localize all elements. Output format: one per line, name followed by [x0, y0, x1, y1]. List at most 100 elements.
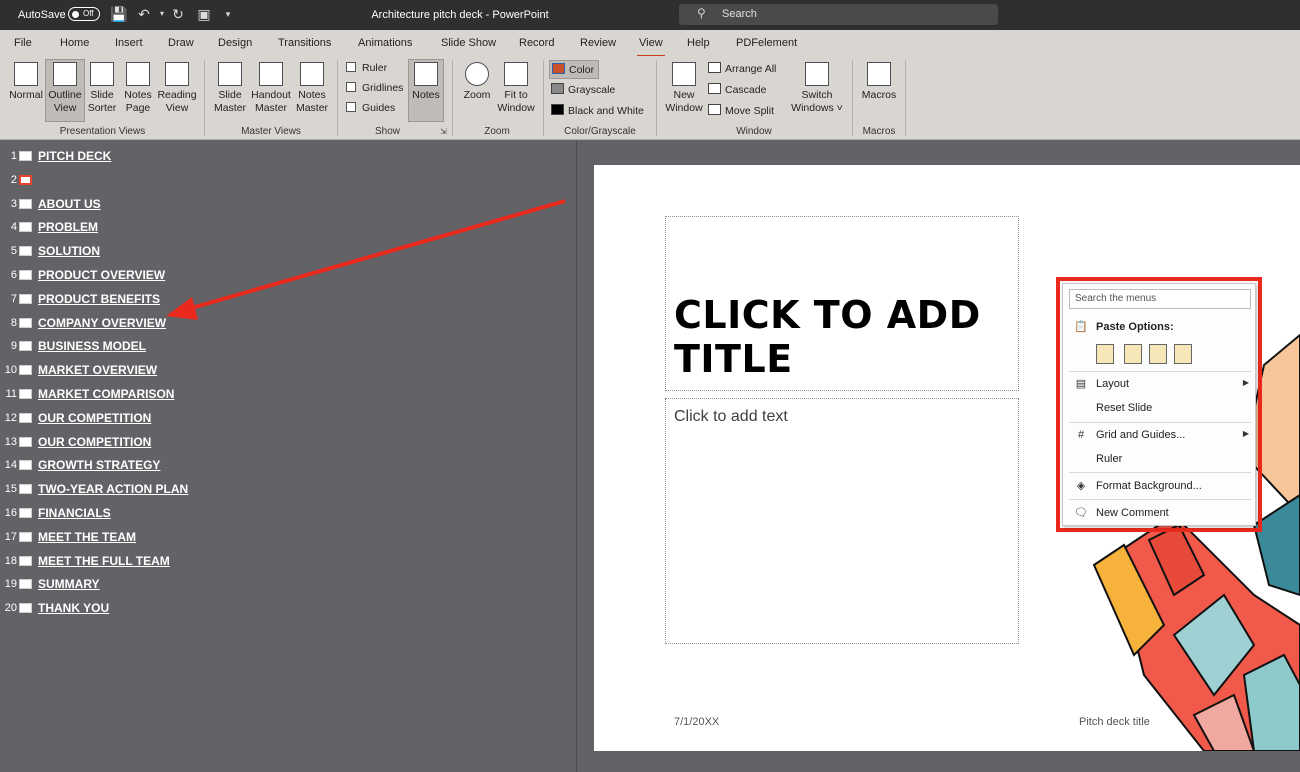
tab-review[interactable]: Review	[580, 37, 616, 49]
outline-slide-title[interactable]: OUR COMPETITION	[38, 435, 151, 449]
outline-slide-row[interactable]: 18 MEET THE FULL TEAM	[0, 551, 560, 571]
tab-slide-show[interactable]: Slide Show	[441, 37, 496, 49]
outline-slide-title[interactable]: COMPANY OVERVIEW	[38, 316, 166, 330]
outline-slide-row[interactable]: 3 ABOUT US	[0, 194, 560, 214]
outline-view-button[interactable]: Outline View	[45, 59, 85, 122]
outline-slide-title[interactable]: PRODUCT BENEFITS	[38, 292, 160, 306]
outline-slide-row[interactable]: 15 TWO-YEAR ACTION PLAN	[0, 479, 560, 499]
outline-slide-row[interactable]: 1 PITCH DECK	[0, 146, 560, 166]
outline-pane[interactable]: 1 PITCH DECK 2 3 ABOUT US 4 PROBLEM 5 SOLUTION 6 P…	[0, 141, 577, 772]
outline-slide-title[interactable]: PITCH DECK	[38, 149, 111, 163]
gridlines-checkbox[interactable]: Gridlines	[346, 82, 403, 94]
slide-icon[interactable]	[19, 412, 32, 423]
slide-icon[interactable]	[19, 555, 32, 566]
outline-slide-title[interactable]: THANK YOU	[38, 601, 109, 615]
tab-design[interactable]: Design	[218, 37, 252, 49]
paste-keep-source-icon[interactable]	[1096, 344, 1114, 364]
slide-icon[interactable]	[19, 508, 32, 518]
outline-slide-row[interactable]: 9 BUSINESS MODEL	[0, 336, 560, 356]
outline-slide-row[interactable]: 4 PROBLEM	[0, 217, 560, 237]
tab-record[interactable]: Record	[519, 37, 554, 49]
move-split-button[interactable]: Move Split	[708, 104, 774, 117]
color-button[interactable]: Color	[549, 60, 600, 79]
footer-title[interactable]: Pitch deck title	[1079, 716, 1150, 728]
handout-master-button[interactable]: Handout Master	[250, 62, 292, 115]
outline-slide-title[interactable]: FINANCIALS	[38, 506, 111, 520]
notes-master-button[interactable]: Notes Master	[294, 62, 330, 115]
arrange-all-button[interactable]: Arrange All	[708, 62, 776, 75]
outline-slide-title[interactable]: BUSINESS MODEL	[38, 339, 146, 353]
slide-icon[interactable]	[19, 151, 32, 161]
outline-slide-title[interactable]: MEET THE TEAM	[38, 530, 136, 544]
notes-toggle-button[interactable]: Notes	[408, 59, 444, 122]
outline-slide-row[interactable]: 13 OUR COMPETITION	[0, 432, 560, 452]
outline-slide-row[interactable]: 14 GROWTH STRATEGY	[0, 455, 560, 475]
outline-slide-row[interactable]: 16 FINANCIALS	[0, 503, 560, 523]
outline-slide-row[interactable]: 10 MARKET OVERVIEW	[0, 360, 560, 380]
outline-slide-row[interactable]: 19 SUMMARY	[0, 574, 560, 594]
outline-slide-title[interactable]: GROWTH STRATEGY	[38, 458, 160, 472]
tab-home[interactable]: Home	[60, 37, 89, 49]
tab-draw[interactable]: Draw	[168, 37, 194, 49]
new-window-button[interactable]: New Window	[663, 62, 705, 115]
menu-item-reset-slide[interactable]: Reset Slide	[1063, 397, 1255, 419]
search-box[interactable]: ⚲ Search	[679, 4, 998, 25]
outline-slide-title[interactable]: MEET THE FULL TEAM	[38, 554, 170, 568]
slide-icon[interactable]	[19, 222, 32, 233]
slide-icon[interactable]	[19, 198, 32, 209]
slide-sorter-button[interactable]: Slide Sorter	[86, 62, 118, 115]
ruler-checkbox[interactable]: Ruler	[346, 62, 387, 74]
menu-search-input[interactable]: Search the menus	[1069, 289, 1251, 309]
title-placeholder[interactable]: CLICK TO ADD TITLE	[665, 216, 1019, 391]
slide-master-button[interactable]: Slide Master	[211, 62, 249, 115]
tab-animations[interactable]: Animations	[358, 37, 412, 49]
outline-slide-title[interactable]: OUR COMPETITION	[38, 411, 151, 425]
outline-slide-title[interactable]: TWO-YEAR ACTION PLAN	[38, 482, 188, 496]
outline-slide-row[interactable]: 11 MARKET COMPARISON	[0, 384, 560, 404]
tab-insert[interactable]: Insert	[115, 37, 143, 49]
menu-item-format-background[interactable]: ◈ Format Background...	[1063, 475, 1255, 497]
outline-slide-title[interactable]: PRODUCT OVERVIEW	[38, 268, 165, 282]
slide-icon[interactable]	[19, 246, 32, 257]
fit-to-window-button[interactable]: Fit to Window	[496, 62, 536, 115]
outline-slide-title[interactable]: SUMMARY	[38, 577, 100, 591]
guides-checkbox[interactable]: Guides	[346, 102, 395, 114]
tab-transitions[interactable]: Transitions	[278, 37, 331, 49]
cascade-button[interactable]: Cascade	[708, 83, 766, 96]
tab-file[interactable]: File	[14, 37, 32, 49]
outline-slide-row[interactable]: 20 THANK YOU	[0, 598, 560, 618]
show-dialog-launcher-icon[interactable]: ⇲	[440, 127, 447, 136]
outline-slide-row[interactable]: 7 PRODUCT BENEFITS	[0, 289, 560, 309]
normal-view-button[interactable]: Normal	[7, 62, 45, 102]
slide-icon[interactable]	[19, 579, 32, 590]
tab-view[interactable]: View	[637, 37, 665, 57]
footer-date[interactable]: 7/1/20XX	[674, 716, 719, 728]
outline-slide-row[interactable]: 6 PRODUCT OVERVIEW	[0, 265, 560, 285]
slide-icon[interactable]	[19, 389, 32, 399]
notes-page-button[interactable]: Notes Page	[121, 62, 155, 115]
menu-item-grid-and-guides[interactable]: # Grid and Guides... ▶	[1063, 424, 1255, 446]
reading-view-button[interactable]: Reading View	[157, 62, 197, 115]
menu-item-layout[interactable]: ▤ Layout ▶	[1063, 373, 1255, 395]
outline-slide-row[interactable]: 2	[0, 170, 560, 190]
slide-icon[interactable]	[19, 293, 32, 304]
black-and-white-button[interactable]: Black and White	[551, 104, 644, 117]
slide-icon[interactable]	[19, 174, 32, 185]
paste-text-only-icon[interactable]	[1174, 344, 1192, 364]
paste-destination-theme-icon[interactable]	[1124, 344, 1142, 364]
slide-icon[interactable]	[19, 436, 32, 447]
tab-pdfelement[interactable]: PDFelement	[736, 37, 797, 49]
outline-slide-title[interactable]: PROBLEM	[38, 220, 98, 234]
outline-slide-row[interactable]: 17 MEET THE TEAM	[0, 527, 560, 547]
switch-windows-button[interactable]: Switch Windows ˅	[789, 62, 845, 115]
zoom-button[interactable]: Zoom	[459, 62, 495, 102]
macros-button[interactable]: Macros	[858, 62, 900, 102]
slide-icon[interactable]	[19, 270, 32, 280]
body-placeholder[interactable]: Click to add text	[665, 398, 1019, 644]
outline-slide-title[interactable]: ABOUT US	[38, 197, 101, 211]
slide-icon[interactable]	[19, 460, 32, 471]
slide-icon[interactable]	[19, 484, 32, 495]
grayscale-button[interactable]: Grayscale	[551, 83, 615, 96]
slide-icon[interactable]	[19, 365, 32, 376]
menu-item-ruler[interactable]: Ruler	[1063, 448, 1255, 470]
